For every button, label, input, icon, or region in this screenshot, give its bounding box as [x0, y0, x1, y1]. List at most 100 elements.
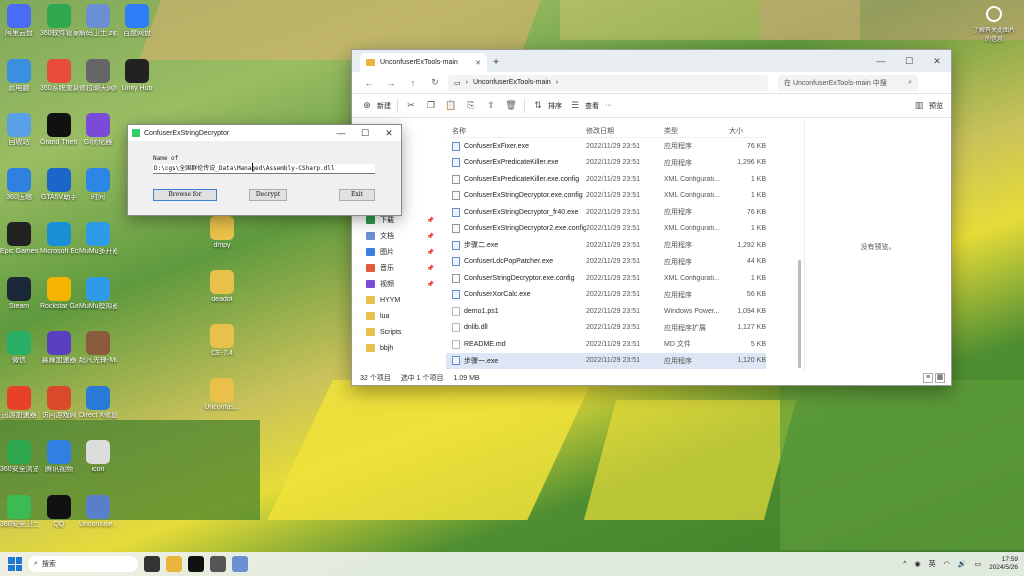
desktop-icon[interactable]: QQ: [40, 494, 78, 529]
wallpaper-info-button[interactable]: 了解有关此图片的信息: [972, 6, 1016, 43]
file-row[interactable]: 步骤一.exe 2022/11/29 23:51 应用程序 1,120 KB: [446, 352, 766, 369]
tiles-view-icon[interactable]: ▦: [935, 373, 945, 383]
forward-button[interactable]: →: [382, 78, 400, 88]
file-row[interactable]: ConfuserExStringDecryptor2.exe.config 202…: [446, 221, 766, 238]
desktop-icon[interactable]: MuMu模拟器: [79, 276, 117, 311]
col-date[interactable]: 修改日期: [586, 126, 664, 136]
rename-icon[interactable]: ⎘: [464, 100, 478, 111]
task-view-icon[interactable]: [144, 556, 160, 572]
details-view-icon[interactable]: ≡: [923, 373, 933, 383]
ime-indicator[interactable]: 英: [929, 559, 936, 569]
col-size[interactable]: 大小: [729, 126, 766, 136]
desktop-icon[interactable]: Rockstar Games...: [40, 276, 78, 311]
start-button[interactable]: [8, 557, 22, 571]
browse-button[interactable]: Browse for: [153, 189, 217, 201]
sort-button[interactable]: ⇅ 排序: [531, 100, 562, 111]
address-bar[interactable]: ▭ › UnconfuserExTools-main ›: [448, 74, 768, 91]
close-button[interactable]: ✕: [377, 128, 401, 139]
desktop-icon[interactable]: Unity Hub: [118, 58, 156, 93]
desktop-icon[interactable]: 360软件管家: [40, 4, 78, 38]
sidebar-item[interactable]: 视频 📌: [352, 276, 440, 292]
share-icon[interactable]: ⇪: [484, 100, 498, 111]
path-input[interactable]: D:\cgs\全国群伦传说_Data\Managed\Assembly-CSha…: [153, 164, 375, 174]
file-row[interactable]: ConfuserXorCalc.exe 2022/11/29 23:51 应用程序 5…: [446, 287, 766, 304]
desktop-icon[interactable]: 时间: [79, 167, 117, 202]
desktop-icon[interactable]: Unconfus...: [203, 378, 241, 412]
desktop-icon[interactable]: Direct X修复工具: [79, 385, 117, 420]
copy-icon[interactable]: ❐: [424, 100, 438, 111]
desktop-icon[interactable]: Unconfuse...: [79, 494, 117, 529]
qq-taskbar-icon[interactable]: [188, 556, 204, 572]
file-row[interactable]: ConfuserStringDecryptor.exe.config 2022/1…: [446, 270, 766, 287]
desktop-icon[interactable]: 暴躁加速器: [40, 331, 78, 365]
search-input[interactable]: 在 UnconfuserExTools-main 中搜 ⌕: [778, 74, 918, 91]
file-row[interactable]: ConfuserExPredicateKiller.exe 2022/11/29 …: [446, 155, 766, 172]
desktop-icon[interactable]: MuMu多开器: [79, 222, 117, 256]
clock[interactable]: 17:59 2024/5/26: [989, 556, 1018, 572]
file-row[interactable]: ConfuserLdcPopPatcher.exe 2022/11/29 23:5…: [446, 254, 766, 271]
desktop-icon[interactable]: 百度网盘: [118, 4, 156, 38]
cut-icon[interactable]: ✂: [404, 100, 418, 111]
wifi-icon[interactable]: ◠: [944, 560, 950, 568]
file-row[interactable]: dnlib.dll 2022/11/29 23:51 应用程序扩展 1,127 KB: [446, 320, 766, 337]
file-row[interactable]: ConfuserExFixer.exe 2022/11/29 23:51 应用程序 7…: [446, 138, 766, 155]
sidebar-item[interactable]: HYYM: [352, 292, 440, 308]
sidebar-item[interactable]: Scripts: [352, 324, 440, 340]
delete-icon[interactable]: 🗑: [504, 100, 518, 111]
desktop-icon[interactable]: dmpy: [203, 216, 241, 250]
col-name[interactable]: 名称: [446, 126, 586, 136]
desktop-icon[interactable]: Grand Theft Auto V: [40, 113, 78, 147]
sidebar-item[interactable]: 文档 📌: [352, 228, 440, 244]
file-row[interactable]: ConfuserExStringDecryptor.exe.config 2022…: [446, 188, 766, 205]
chevron-up-icon[interactable]: ^: [903, 561, 906, 568]
sidebar-item[interactable]: lua: [352, 308, 440, 324]
scrollbar[interactable]: [798, 260, 801, 368]
sidebar-item[interactable]: bbjh: [352, 340, 440, 356]
battery-icon[interactable]: ▭: [974, 560, 981, 568]
desktop-icon[interactable]: Microsoft Edge: [40, 222, 78, 256]
desktop-icon[interactable]: GTA5V助手: [40, 167, 78, 202]
paste-icon[interactable]: 📋: [444, 100, 458, 111]
maximize-button[interactable]: ☐: [353, 128, 377, 139]
desktop-icon[interactable]: CE-7.4: [203, 324, 241, 358]
minimize-button[interactable]: —: [867, 56, 895, 66]
more-button[interactable]: ···: [605, 102, 612, 109]
desktop-icon[interactable]: 360安全浏览器: [0, 440, 38, 474]
desktop-icon[interactable]: 360压缩: [0, 167, 38, 202]
desktop-icon[interactable]: icon: [79, 440, 117, 474]
decrypt-button[interactable]: Decrypt: [249, 189, 287, 201]
desktop-icon[interactable]: 访问游戏网: [40, 385, 78, 420]
desktop-icon[interactable]: deadot: [203, 270, 241, 304]
multitask-icon[interactable]: [210, 556, 226, 572]
taskbar-search[interactable]: ⌕ 搜索: [28, 556, 138, 572]
desktop-icon[interactable]: 腾讯视频: [40, 440, 78, 474]
desktop-icon[interactable]: 迅游加速器: [0, 385, 38, 420]
desktop-icon[interactable]: 超凡先锋-MuMu模...: [79, 331, 117, 365]
desktop-icon[interactable]: Steam: [0, 276, 38, 311]
sidebar-item[interactable]: 音乐 📌: [352, 260, 440, 276]
file-explorer-taskbar-icon[interactable]: [166, 556, 182, 572]
file-row[interactable]: 步骤二.exe 2022/11/29 23:51 应用程序 1,292 KB: [446, 237, 766, 254]
volume-icon[interactable]: 🔊: [958, 560, 967, 568]
desktop-icon[interactable]: 360安全卫士: [0, 494, 38, 529]
refresh-button[interactable]: ↻: [426, 77, 444, 88]
exit-button[interactable]: Exit: [339, 189, 375, 201]
close-button[interactable]: ✕: [923, 56, 951, 67]
file-row[interactable]: README.md 2022/11/29 23:51 MD 文件 5 KB: [446, 336, 766, 353]
explorer-tab[interactable]: UnconfuserExTools-main ✕: [360, 53, 487, 72]
sidebar-item[interactable]: 图片 📌: [352, 244, 440, 260]
network-icon[interactable]: ◉: [915, 560, 921, 568]
file-row[interactable]: ConfuserExStringDecryptor_fr40.exe 2022/1…: [446, 204, 766, 221]
col-type[interactable]: 类型: [664, 126, 729, 136]
desktop-icon[interactable]: 360系统重装大师: [40, 58, 78, 93]
new-tab-button[interactable]: +: [487, 53, 505, 72]
desktop-icon[interactable]: 解码卫士.zip: [79, 4, 117, 38]
desktop-icon[interactable]: 回收站: [0, 113, 38, 147]
file-row[interactable]: ConfuserExPredicateKiller.exe.config 2022…: [446, 171, 766, 188]
desktop-icon[interactable]: GI优化器: [79, 113, 117, 147]
app-taskbar-icon[interactable]: [232, 556, 248, 572]
new-button[interactable]: ⊕ 新建: [360, 100, 391, 111]
view-button[interactable]: ☰ 查看: [568, 100, 599, 111]
preview-button[interactable]: ▥ 预览: [912, 100, 943, 111]
desktop-icon[interactable]: 此电脑: [0, 58, 38, 93]
